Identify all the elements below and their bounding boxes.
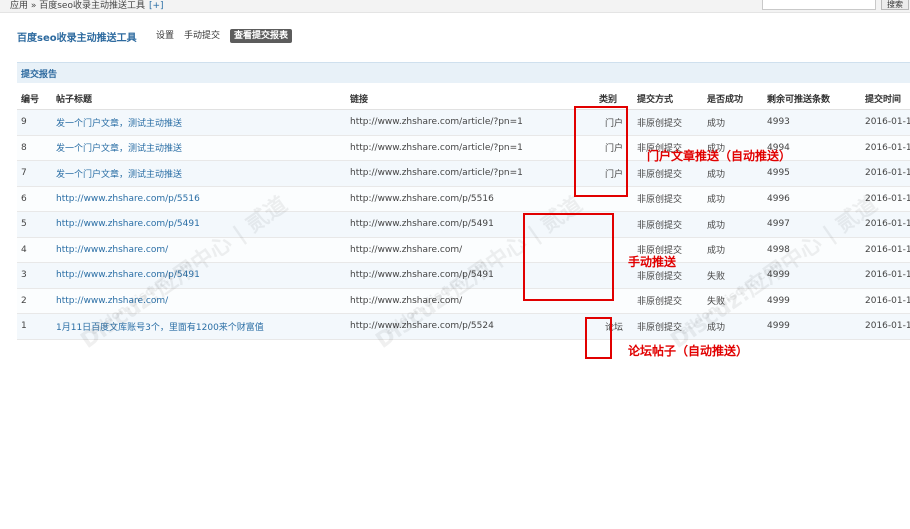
cell-method: 非原创提交 <box>633 186 703 212</box>
portal-highlight-box <box>574 106 628 197</box>
cell-title-link[interactable]: 发一个门户文章，测试主动推送 <box>52 135 346 161</box>
annotation-forum-push: 论坛帖子（自动推送） <box>628 344 749 358</box>
cell-time: 2016-01-1 <box>861 313 910 340</box>
cell-id: 2 <box>17 288 52 314</box>
cell-remaining: 4995 <box>763 160 861 187</box>
cell-remaining: 4999 <box>763 313 861 340</box>
forum-highlight-box <box>585 317 612 359</box>
breadcrumb-text[interactable]: 应用 » 百度seo收录主动推送工具 <box>10 1 145 11</box>
nav-manual-submit[interactable]: 手动提交 <box>184 29 220 43</box>
col-header-time: 提交时间 <box>861 87 910 110</box>
cell-status: 失败 <box>703 288 763 314</box>
cell-remaining: 4999 <box>763 288 861 314</box>
col-header-method: 提交方式 <box>633 87 703 110</box>
cell-remaining: 4997 <box>763 211 861 238</box>
annotation-manual-push: 手动推送 <box>628 255 677 269</box>
section-header: 提交报告 <box>17 62 910 83</box>
cell-id: 4 <box>17 237 52 263</box>
cell-link: http://www.zhshare.com/article/?pn=1 <box>346 160 595 187</box>
cell-status: 成功 <box>703 186 763 212</box>
cell-method: 非原创提交 <box>633 109 703 136</box>
col-header-id: 编号 <box>17 87 52 110</box>
plugin-nav: 设置 手动提交 查看提交报表 <box>156 29 293 43</box>
table-row: 9 发一个门户文章，测试主动推送 http://www.zhshare.com/… <box>17 109 910 136</box>
cell-id: 1 <box>17 313 52 340</box>
cell-method: 非原创提交 <box>633 288 703 314</box>
section-title: 提交报告 <box>21 70 58 80</box>
table-row: 2 http://www.zhshare.com/ http://www.zhs… <box>17 288 910 314</box>
cell-remaining: 4999 <box>763 262 861 289</box>
cell-remaining: 4996 <box>763 186 861 212</box>
col-header-success: 是否成功 <box>703 87 763 110</box>
col-header-link: 链接 <box>346 87 595 110</box>
cell-link: http://www.zhshare.com/p/5516 <box>346 186 595 212</box>
cell-method: 非原创提交 <box>633 160 703 187</box>
cell-title-link[interactable]: 发一个门户文章，测试主动推送 <box>52 109 346 136</box>
cell-id: 7 <box>17 160 52 187</box>
col-header-title: 帖子标题 <box>52 87 346 110</box>
cell-time: 2016-01-1 <box>861 288 910 314</box>
cell-title-link[interactable]: http://www.zhshare.com/p/5491 <box>52 262 346 289</box>
table-row: 5 http://www.zhshare.com/p/5491 http://w… <box>17 211 910 238</box>
cell-time: 2016-01-1 <box>861 211 910 238</box>
nav-view-report[interactable]: 查看提交报表 <box>230 29 293 43</box>
cell-id: 9 <box>17 109 52 136</box>
cell-status: 成功 <box>703 160 763 187</box>
cell-id: 5 <box>17 211 52 238</box>
search-button[interactable]: 搜索 <box>881 0 909 10</box>
table-header-row: 编号 帖子标题 链接 类别 提交方式 是否成功 剩余可推送条数 提交时间 <box>17 87 910 110</box>
cell-status: 成功 <box>703 109 763 136</box>
cell-time: 2016-01-1 <box>861 109 910 136</box>
table-row: 3 http://www.zhshare.com/p/5491 http://w… <box>17 262 910 289</box>
cell-status: 成功 <box>703 211 763 238</box>
table-row: 4 http://www.zhshare.com/ http://www.zhs… <box>17 237 910 263</box>
cell-status: 成功 <box>703 313 763 340</box>
table-row: 6 http://www.zhshare.com/p/5516 http://w… <box>17 186 910 212</box>
table-row: 7 发一个门户文章，测试主动推送 http://www.zhshare.com/… <box>17 160 910 187</box>
table-row: 1 1月11日百度文库账号3个，里面有1200来个财富值 http://www.… <box>17 313 910 340</box>
report-table: 编号 帖子标题 链接 类别 提交方式 是否成功 剩余可推送条数 提交时间 9 发… <box>17 87 910 340</box>
cell-time: 2016-01-1 <box>861 135 910 161</box>
cell-time: 2016-01-1 <box>861 262 910 289</box>
cell-time: 2016-01-1 <box>861 160 910 187</box>
cell-remaining: 4998 <box>763 237 861 263</box>
annotation-portal-push: 门户文章推送（自动推送） <box>647 149 792 163</box>
cell-title-link[interactable]: http://www.zhshare.com/p/5516 <box>52 186 346 212</box>
cell-time: 2016-01-1 <box>861 237 910 263</box>
cell-time: 2016-01-1 <box>861 186 910 212</box>
plugin-title: 百度seo收录主动推送工具 <box>17 33 137 44</box>
cell-status: 失败 <box>703 262 763 289</box>
cell-link: http://www.zhshare.com/p/5524 <box>346 313 595 340</box>
cell-link: http://www.zhshare.com/article/?pn=1 <box>346 135 595 161</box>
cell-id: 6 <box>17 186 52 212</box>
cell-title-link[interactable]: http://www.zhshare.com/p/5491 <box>52 211 346 238</box>
manual-highlight-box <box>523 213 614 301</box>
cell-method: 非原创提交 <box>633 313 703 340</box>
cell-title-link[interactable]: http://www.zhshare.com/ <box>52 288 346 314</box>
cell-title-link[interactable]: http://www.zhshare.com/ <box>52 237 346 263</box>
search-input[interactable] <box>762 0 876 10</box>
cell-remaining: 4993 <box>763 109 861 136</box>
cell-status: 成功 <box>703 237 763 263</box>
cell-link: http://www.zhshare.com/article/?pn=1 <box>346 109 595 136</box>
cell-title-link[interactable]: 1月11日百度文库账号3个，里面有1200来个财富值 <box>52 313 346 340</box>
top-bar: 应用 » 百度seo收录主动推送工具 [+] 搜索 <box>0 0 910 13</box>
cell-title-link[interactable]: 发一个门户文章，测试主动推送 <box>52 160 346 187</box>
cell-id: 3 <box>17 262 52 289</box>
cell-method: 非原创提交 <box>633 211 703 238</box>
col-header-remaining: 剩余可推送条数 <box>763 87 861 110</box>
breadcrumb: 应用 » 百度seo收录主动推送工具 [+] <box>10 0 164 12</box>
cell-id: 8 <box>17 135 52 161</box>
breadcrumb-add-link[interactable]: [+] <box>149 1 164 11</box>
nav-settings[interactable]: 设置 <box>156 29 174 43</box>
